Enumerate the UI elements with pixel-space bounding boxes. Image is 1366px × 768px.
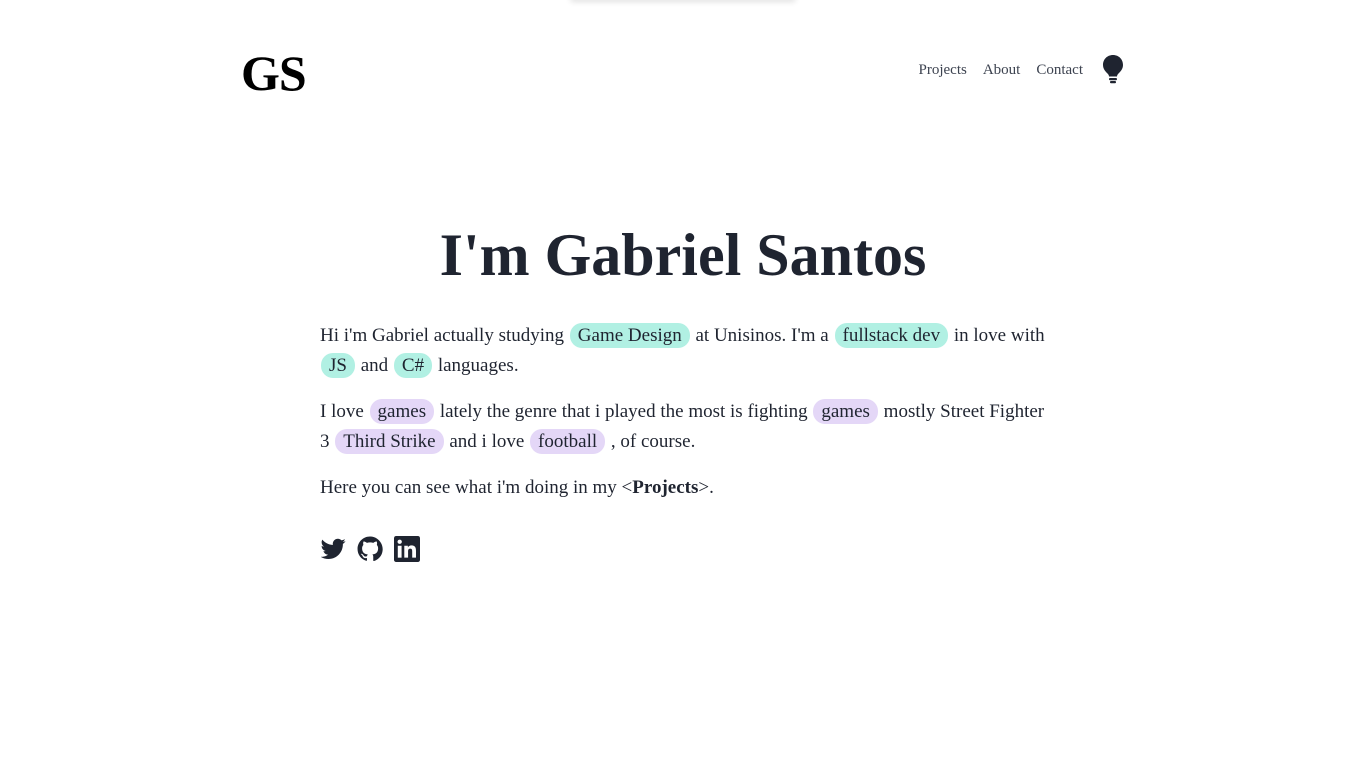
nav-contact-link[interactable]: Contact bbox=[1036, 62, 1083, 79]
nav-projects-link[interactable]: Projects bbox=[919, 62, 967, 79]
social-links bbox=[320, 536, 1046, 562]
twitter-icon[interactable] bbox=[320, 536, 346, 562]
intro-text: and bbox=[355, 355, 393, 376]
intro-text: at Unisinos. I'm a bbox=[690, 325, 834, 346]
tag-csharp: C# bbox=[393, 353, 433, 378]
linkedin-icon[interactable] bbox=[394, 536, 420, 562]
site-logo[interactable]: GS bbox=[241, 48, 307, 98]
intro-paragraph-3: Here you can see what i'm doing in my <P… bbox=[320, 473, 1046, 503]
tag-games: games bbox=[813, 399, 878, 424]
intro-text: I love bbox=[320, 401, 369, 422]
intro-text: languages. bbox=[433, 355, 519, 376]
main-nav: Projects About Contact bbox=[919, 53, 1125, 85]
intro-text: Hi i'm Gabriel actually studying bbox=[320, 325, 569, 346]
tag-football: football bbox=[530, 429, 606, 454]
intro-text: and i love bbox=[444, 431, 530, 452]
intro-text: >. bbox=[698, 477, 714, 498]
intro-paragraph-2: I love games lately the genre that i pla… bbox=[320, 397, 1046, 457]
intro-text: in love with bbox=[949, 325, 1045, 346]
projects-link[interactable]: Projects bbox=[632, 477, 698, 498]
site-header: GS Projects About Contact bbox=[241, 40, 1125, 100]
page-title: I'm Gabriel Santos bbox=[439, 222, 927, 288]
intro-text: lately the genre that i played the most … bbox=[435, 401, 813, 422]
intro-text: Here you can see what i'm doing in my < bbox=[320, 477, 633, 498]
intro-paragraph-1: Hi i'm Gabriel actually studying Game De… bbox=[320, 321, 1046, 381]
tag-games: games bbox=[369, 399, 435, 424]
lightbulb-icon[interactable] bbox=[1101, 53, 1125, 85]
main-content: I'm Gabriel Santos Hi i'm Gabriel actual… bbox=[320, 220, 1046, 562]
nav-about-link[interactable]: About bbox=[983, 62, 1021, 79]
tag-js: JS bbox=[321, 353, 355, 378]
tag-game-design: Game Design bbox=[569, 323, 690, 348]
tag-third-strike: Third Strike bbox=[335, 429, 444, 454]
github-icon[interactable] bbox=[357, 536, 383, 562]
intro-text: , of course. bbox=[606, 431, 696, 452]
tag-fullstack-dev: fullstack dev bbox=[834, 323, 949, 348]
